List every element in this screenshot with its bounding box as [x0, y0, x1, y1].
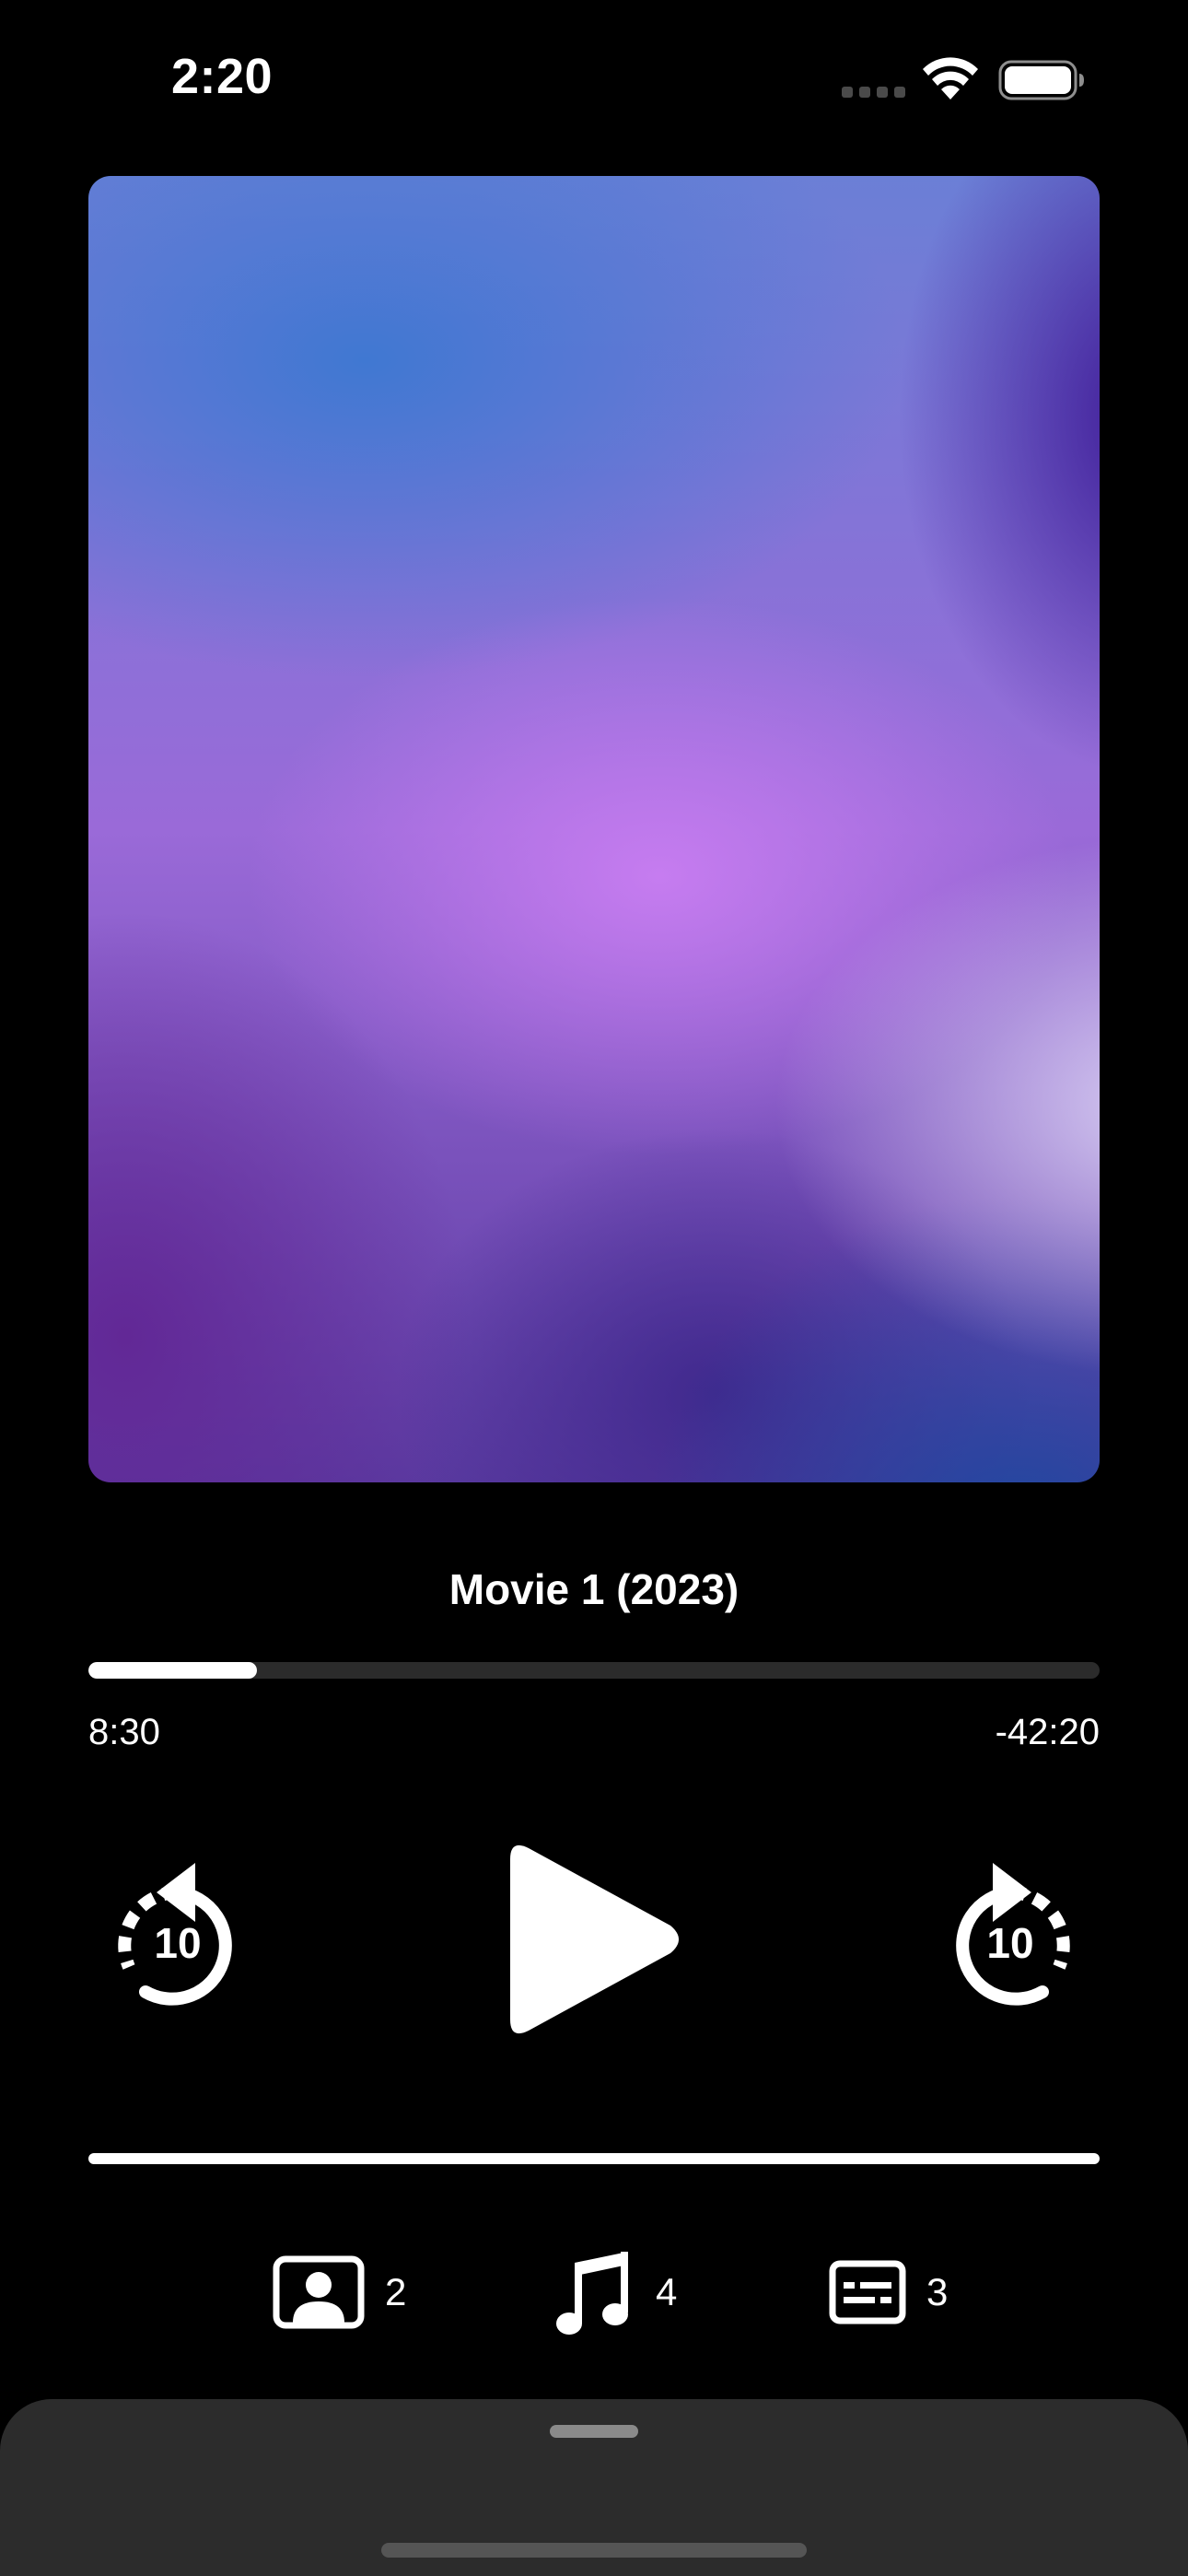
- audio-track-button[interactable]: 4: [553, 2246, 677, 2338]
- wifi-icon: [923, 57, 978, 100]
- audio-track-icon: [556, 2252, 628, 2335]
- elapsed-time: 8:30: [88, 1712, 160, 1752]
- play-button[interactable]: [497, 1833, 691, 2045]
- play-icon: [510, 1844, 679, 2034]
- skip-forward-label: 10: [986, 1919, 1034, 1967]
- video-track-count: 2: [385, 2270, 407, 2313]
- playback-scrubber[interactable]: [88, 1662, 1100, 1679]
- video-track-button[interactable]: 2: [273, 2246, 406, 2338]
- player-screen: 2:20 Movie 1 (2023) 8:30 -42:20 10 10 2 …: [0, 0, 1188, 2576]
- skip-back-button[interactable]: 10: [109, 1859, 247, 2016]
- audio-track-count: 4: [656, 2270, 678, 2313]
- volume-slider[interactable]: [88, 2153, 1100, 2164]
- playback-progress-fill: [88, 1662, 258, 1679]
- home-indicator: [381, 2543, 807, 2558]
- bottom-sheet[interactable]: [0, 2399, 1188, 2576]
- skip-forward-button[interactable]: 10: [941, 1859, 1079, 2016]
- sheet-grabber[interactable]: [550, 2425, 638, 2438]
- battery-icon: [998, 60, 1084, 100]
- cellular-signal-icon: [842, 87, 906, 98]
- subtitles-icon: [829, 2260, 906, 2324]
- subtitles-count: 3: [926, 2270, 949, 2313]
- subtitles-button[interactable]: 3: [829, 2246, 948, 2338]
- movie-artwork: [88, 176, 1100, 1482]
- video-track-icon: [273, 2255, 365, 2329]
- skip-back-label: 10: [154, 1919, 202, 1967]
- status-time: 2:20: [171, 49, 274, 104]
- remaining-time: -42:20: [995, 1712, 1100, 1752]
- movie-title: Movie 1 (2023): [448, 1565, 740, 1613]
